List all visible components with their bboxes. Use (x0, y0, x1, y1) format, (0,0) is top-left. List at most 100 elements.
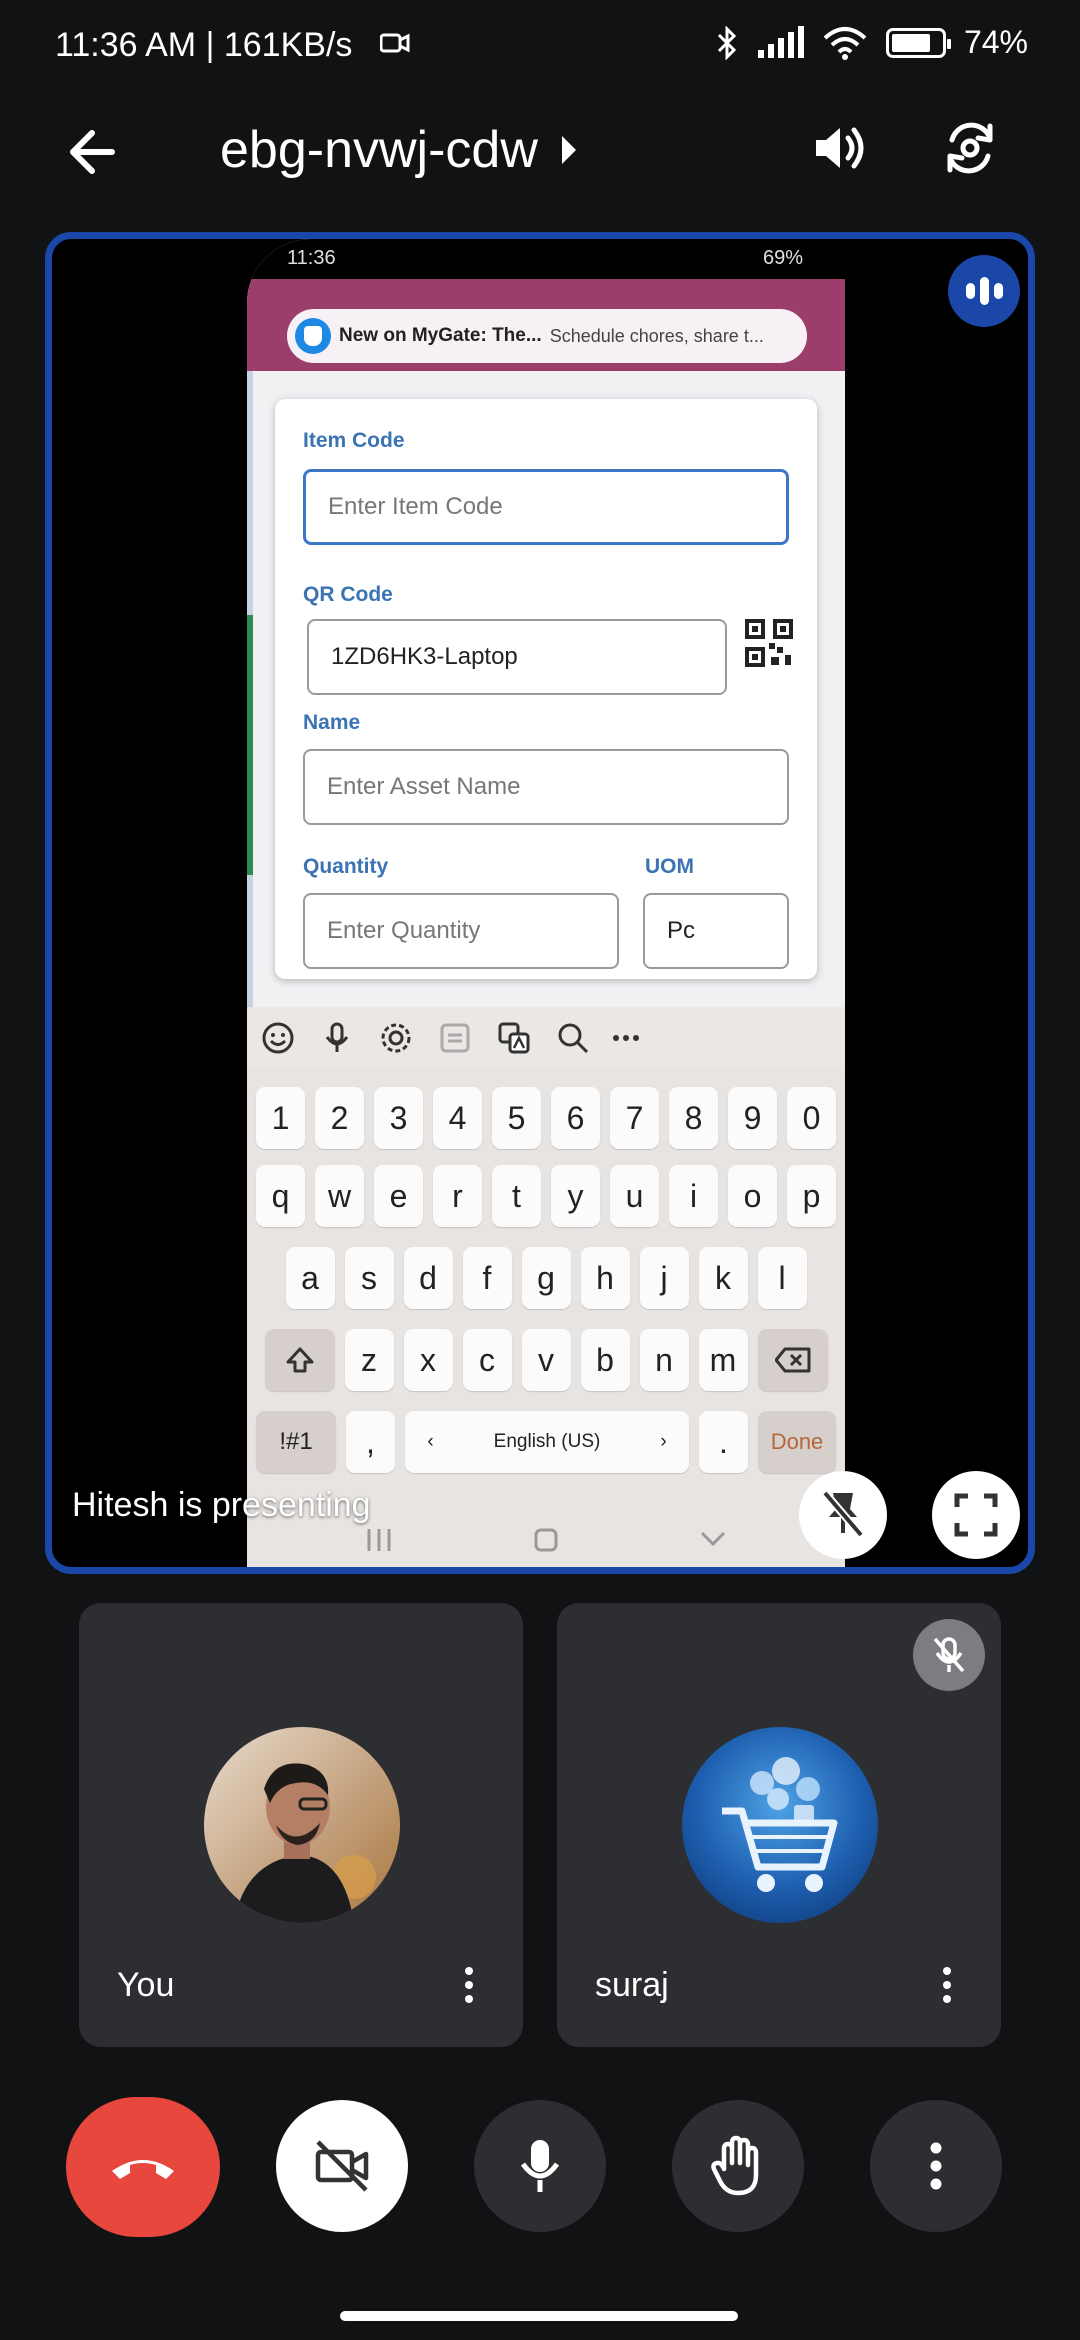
text-conversion-icon (440, 1023, 470, 1053)
participant-tile-suraj[interactable]: suraj (557, 1603, 1001, 2047)
key: t (492, 1165, 541, 1227)
participant-name: You (117, 1966, 175, 2004)
key: x (403, 1329, 453, 1391)
home-indicator[interactable] (340, 2311, 738, 2321)
key: e (374, 1165, 423, 1227)
key: m (698, 1329, 748, 1391)
key: y (551, 1165, 600, 1227)
fullscreen-icon (954, 1493, 998, 1537)
meeting-top-bar: ebg-nvwj-cdw (0, 110, 1080, 194)
key: 0 (787, 1087, 836, 1149)
shared-keyboard: 1 2 3 4 5 6 7 8 9 0 q w e r t y u i o p … (247, 1007, 845, 1567)
chevron-left-icon: ‹ (427, 1431, 434, 1452)
end-call-button[interactable] (66, 2097, 220, 2237)
camera-off-icon (315, 2140, 369, 2192)
backspace-key (757, 1329, 828, 1391)
key: l (757, 1247, 807, 1309)
switch-camera-icon[interactable] (938, 116, 1002, 180)
fullscreen-button[interactable] (932, 1471, 1020, 1559)
key: g (521, 1247, 571, 1309)
item-code-label: Item Code (303, 429, 405, 452)
key: r (433, 1165, 482, 1227)
bluetooth-icon (717, 25, 737, 60)
shared-status-time: 11:36 (287, 247, 336, 269)
key: c (462, 1329, 512, 1391)
key: n (639, 1329, 689, 1391)
key: 9 (728, 1087, 777, 1149)
qr-scan-icon (745, 619, 793, 667)
key: q (256, 1165, 305, 1227)
space-key: ‹ English (US) › (405, 1411, 689, 1473)
status-time: 11:36 AM | 161KB/s (55, 26, 353, 64)
recents-icon (367, 1529, 391, 1551)
symbols-key: !#1 (256, 1411, 336, 1473)
mic-off-icon (913, 1619, 985, 1691)
video-record-icon (380, 33, 410, 53)
key: s (344, 1247, 394, 1309)
participant-menu-icon[interactable] (927, 1957, 967, 2013)
asset-name-field: Enter Asset Name (303, 749, 789, 825)
mygate-app-icon (295, 318, 331, 354)
presenting-label: Hitesh is presenting (72, 1486, 371, 1524)
status-icons: 74% (716, 24, 1028, 61)
participant-menu-icon[interactable] (449, 1957, 489, 2013)
raise-hand-button[interactable] (672, 2100, 804, 2232)
bottom-key-row: !#1 , ‹ English (US) › . Done (247, 1411, 845, 1473)
key: 7 (610, 1087, 659, 1149)
key: u (610, 1165, 659, 1227)
notification-text: Schedule chores, share t... (549, 325, 764, 346)
search-icon (558, 1023, 589, 1054)
letter-row-3: z x c v b n m (247, 1329, 845, 1391)
quantity-field: Enter Quantity (303, 893, 619, 969)
shared-screen: 11:36 69% New on MyGate: The... Schedule… (247, 239, 845, 1567)
key: o (728, 1165, 777, 1227)
meeting-code[interactable]: ebg-nvwj-cdw (220, 120, 576, 180)
more-tools-icon (613, 1035, 639, 1041)
item-code-field: Enter Item Code (303, 469, 789, 545)
microphone-button[interactable] (474, 2100, 606, 2232)
back-arrow-icon[interactable] (62, 120, 126, 184)
presentation-tile[interactable]: 11:36 69% New on MyGate: The... Schedule… (45, 232, 1035, 1574)
letter-row-1: q w e r t y u i o p (247, 1165, 845, 1227)
shift-key (264, 1329, 335, 1391)
key: 4 (433, 1087, 482, 1149)
name-label: Name (303, 711, 361, 734)
status-bar: 11:36 AM | 161KB/s 74% (0, 0, 1080, 96)
asset-form-card: Item Code Enter Item Code QR Code 1ZD6HK… (275, 399, 817, 979)
comma-key: , (346, 1411, 395, 1473)
shift-icon (286, 1347, 313, 1373)
period-key: . (699, 1411, 748, 1473)
hang-up-icon (112, 2160, 174, 2179)
key: 8 (669, 1087, 718, 1149)
key: f (462, 1247, 512, 1309)
battery-percent: 74% (963, 24, 1028, 60)
unpin-icon (821, 1490, 865, 1538)
battery-icon (885, 27, 951, 58)
key: w (315, 1165, 364, 1227)
key: 2 (315, 1087, 364, 1149)
more-options-button[interactable] (870, 2100, 1002, 2232)
key: a (285, 1247, 335, 1309)
avatar (682, 1727, 878, 1923)
chevron-right-icon: › (660, 1431, 667, 1452)
signal-icon (757, 25, 804, 58)
caret-right-icon (561, 136, 576, 164)
speaker-icon[interactable] (808, 116, 872, 180)
key: d (403, 1247, 453, 1309)
camera-toggle-button[interactable] (276, 2100, 408, 2232)
key: p (787, 1165, 836, 1227)
letter-row-2: a s d f g h j k l (247, 1247, 845, 1309)
more-vert-icon (930, 2142, 942, 2190)
raise-hand-icon (711, 2135, 759, 2196)
avatar (204, 1727, 400, 1923)
key: 1 (256, 1087, 305, 1149)
home-icon (534, 1528, 558, 1552)
keyboard-language: English (US) (493, 1431, 601, 1452)
participant-tile-self[interactable]: You (79, 1603, 523, 2047)
quantity-label: Quantity (303, 855, 389, 878)
notification-title: New on MyGate: The... (339, 325, 542, 346)
self-photo (204, 1727, 400, 1923)
unpin-button[interactable] (799, 1471, 887, 1559)
meeting-code-text: ebg-nvwj-cdw (220, 121, 538, 179)
qr-code-field: 1ZD6HK3-Laptop (307, 619, 727, 695)
